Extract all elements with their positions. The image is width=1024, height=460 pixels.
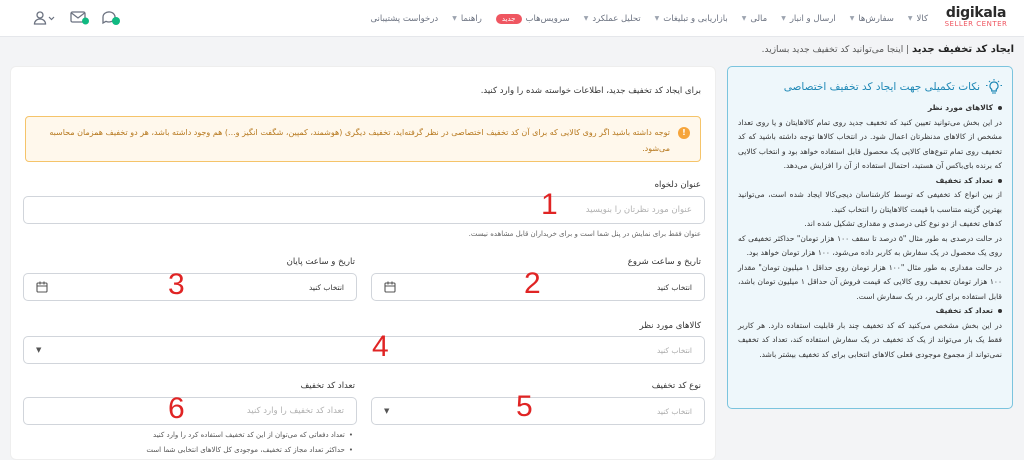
tips-section-heading: کالاهای مورد نظر xyxy=(738,101,1002,116)
dropdown-arrow-icon: ▼ xyxy=(384,407,390,415)
count-hint: حداکثر تعداد مجاز کد تخفیف، موجودی کل کا… xyxy=(146,446,353,454)
chevron-down-icon: ▼ xyxy=(452,15,457,22)
chevron-down-icon: ▼ xyxy=(741,15,747,22)
title-field[interactable] xyxy=(23,196,705,224)
step-marker-4: 4 xyxy=(372,330,389,363)
tips-title: نکات تکمیلی جهت ایجاد کد تخفیف اختصاصی xyxy=(738,79,1002,95)
calendar-icon xyxy=(384,281,396,293)
nav-item-help[interactable]: راهنما ▼ xyxy=(452,14,482,24)
nav-item-servicehub[interactable]: سرویس‌هاب جدید xyxy=(495,13,570,24)
tips-paragraph: در این بخش می‌توانید تعیین کنید که تخفیف… xyxy=(738,117,1002,171)
type-label: نوع کد تخفیف xyxy=(651,381,701,391)
start-date-label: تاریخ و ساعت شروع xyxy=(627,257,701,267)
products-label: کالاهای مورد نظر xyxy=(639,321,701,331)
nav-item-orders[interactable]: سفارش‌ها ▼ xyxy=(850,14,894,24)
step-marker-1: 1 xyxy=(541,188,558,221)
nav-item-analytics[interactable]: تحلیل عملکرد ▼ xyxy=(584,14,641,24)
products-select[interactable]: انتخاب کنید ▼ xyxy=(23,336,705,364)
tips-paragraph: در حالت درصدی به طور مثال "۵ درصد تا سقف… xyxy=(738,233,1002,258)
end-date-picker[interactable]: انتخاب کنید xyxy=(23,273,357,301)
count-field[interactable] xyxy=(23,397,357,425)
chevron-down-icon: ▼ xyxy=(849,15,855,22)
discount-form: برای ایجاد کد تخفیف جدید، اطلاعات خواسته… xyxy=(10,66,716,460)
nav-item-marketing[interactable]: بازاریابی و تبلیغات ▼ xyxy=(655,14,728,24)
tips-section-heading: تعداد کد تخفیف xyxy=(738,174,1002,189)
tips-paragraph: در این بخش مشخص می‌کنید که کد تخفیف چند … xyxy=(738,320,1002,359)
dropdown-arrow-icon: ▼ xyxy=(36,346,42,354)
title-hint: عنوان فقط برای نمایش در پنل شما است و بر… xyxy=(468,230,701,238)
warning-text: توجه داشته باشید اگر روی کالایی که برای … xyxy=(49,128,670,153)
type-placeholder: انتخاب کنید xyxy=(656,406,692,416)
step-marker-2: 2 xyxy=(524,267,541,300)
page-subtitle: اینجا می‌توانید کد تخفیف جدید بسازید. xyxy=(761,45,904,55)
tips-paragraph: از بین انواع کد تخفیفی که توسط کارشناسان… xyxy=(738,190,1002,214)
lightbulb-icon xyxy=(986,79,1002,94)
mail-icon[interactable] xyxy=(70,11,90,25)
step-marker-6: 6 xyxy=(168,392,185,425)
brand-logo[interactable]: digikala SELLER CENTER xyxy=(944,6,1008,28)
nav-item-finance[interactable]: مالی ▼ xyxy=(742,14,767,24)
support-chat-icon[interactable] xyxy=(101,10,121,26)
chevron-down-icon: ▼ xyxy=(907,15,913,22)
chevron-down-icon: ▼ xyxy=(781,15,786,22)
type-select[interactable]: انتخاب کنید ▼ xyxy=(371,397,705,425)
step-marker-3: 3 xyxy=(168,268,185,301)
tips-paragraph: در حالت مقداری به طور مثال "۱۰۰ هزار توم… xyxy=(738,262,1002,301)
tips-paragraph: کدهای تخفیف از دو نوع کلی درصدی و مقداری… xyxy=(804,219,1002,228)
end-date-value: انتخاب کنید xyxy=(308,282,344,292)
nav-item-support[interactable]: درخواست پشتیبانی xyxy=(370,14,438,24)
brand-name: digikala xyxy=(945,5,1007,21)
step-marker-5: 5 xyxy=(516,390,533,423)
products-placeholder: انتخاب کنید xyxy=(656,345,692,355)
main-nav: کالا ▼ سفارش‌ها ▼ ارسال و انبار ▼ مالی ▼ باز… xyxy=(370,0,928,37)
tips-section-heading: تعداد کد تخفیف xyxy=(738,304,1002,319)
start-date-value: انتخاب کنید xyxy=(656,282,692,292)
form-intro: برای ایجاد کد تخفیف جدید، اطلاعات خواسته… xyxy=(480,86,701,96)
user-icon[interactable] xyxy=(33,11,55,25)
nav-item-shipping[interactable]: ارسال و انبار ▼ xyxy=(781,14,835,24)
count-input[interactable] xyxy=(36,406,344,416)
count-hint: تعداد دفعاتی که می‌توان از این کد تخفیف … xyxy=(153,431,353,439)
end-date-label: تاریخ و ساعت پایان xyxy=(286,257,355,267)
new-badge: جدید xyxy=(495,13,522,24)
info-icon: ! xyxy=(678,127,690,139)
brand-subtitle: SELLER CENTER xyxy=(944,20,1008,28)
title-input[interactable] xyxy=(36,205,692,215)
chevron-down-icon: ▼ xyxy=(654,15,660,22)
tips-panel: نکات تکمیلی جهت ایجاد کد تخفیف اختصاصی ک… xyxy=(727,66,1013,409)
top-bar: digikala SELLER CENTER کالا ▼ سفارش‌ها ▼ ا… xyxy=(0,0,1024,37)
page-title: ایجاد کد تخفیف جدید | اینجا می‌توانید کد… xyxy=(761,44,1014,55)
chevron-down-icon: ▼ xyxy=(583,15,589,22)
title-label: عنوان دلخواه xyxy=(654,180,701,190)
count-label: تعداد کد تخفیف xyxy=(300,381,355,391)
warning-alert: ! توجه داشته باشید اگر روی کالایی که برا… xyxy=(25,116,701,162)
calendar-icon xyxy=(36,281,48,293)
top-icons xyxy=(0,0,150,37)
nav-item-products[interactable]: کالا ▼ xyxy=(908,14,928,24)
